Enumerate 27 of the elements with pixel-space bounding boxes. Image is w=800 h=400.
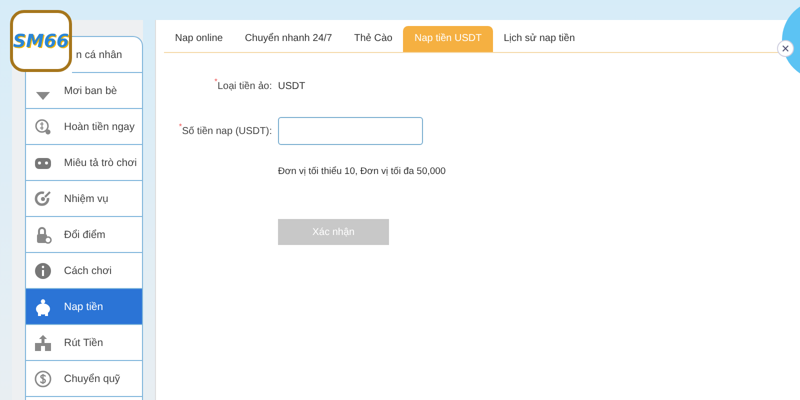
sidebar-item[interactable]: Mơi ban bè bbox=[26, 73, 142, 109]
required-mark: * bbox=[178, 122, 182, 130]
sidebar-item[interactable]: Nap tiền bbox=[26, 289, 142, 325]
currency-label: Loại tiền ảo: bbox=[218, 81, 272, 92]
amount-hint: Đơn vị tối thiểu 10, Đơn vị tối đa 50,000 bbox=[278, 165, 446, 179]
sidebar-item[interactable]: Chuyển quỹ bbox=[26, 361, 142, 397]
lock-icon bbox=[34, 226, 52, 244]
tab[interactable]: Nap online bbox=[164, 26, 234, 52]
currency-value: USDT bbox=[278, 81, 306, 92]
amount-label: Số tiền nap (USDT): bbox=[182, 126, 272, 136]
sidebar-item[interactable]: Hoàn tiền ngay bbox=[26, 109, 142, 145]
sidebar-item[interactable]: Nhiệm vụ bbox=[26, 181, 142, 217]
sidebar-item[interactable]: Miêu tả trò chơi bbox=[26, 145, 142, 181]
info-icon bbox=[34, 262, 52, 280]
required-mark: * bbox=[214, 78, 218, 86]
piggy-bank-icon bbox=[34, 298, 52, 316]
target-icon bbox=[34, 190, 52, 208]
brand-logo: SM66 bbox=[10, 10, 72, 72]
tab[interactable]: Lịch sử nap tiền bbox=[492, 26, 586, 52]
upload-icon bbox=[34, 334, 52, 352]
dollar-icon bbox=[34, 370, 52, 388]
sidebar-item[interactable]: Đổi điểm bbox=[26, 217, 142, 253]
tab[interactable]: Thẻ Cào bbox=[343, 26, 404, 52]
coin-icon bbox=[34, 118, 52, 136]
amount-field[interactable] bbox=[278, 117, 423, 145]
tab[interactable]: Chuyển nhanh 24/7 bbox=[234, 26, 344, 52]
sidebar-item[interactable]: Rút Tiền bbox=[26, 325, 142, 361]
